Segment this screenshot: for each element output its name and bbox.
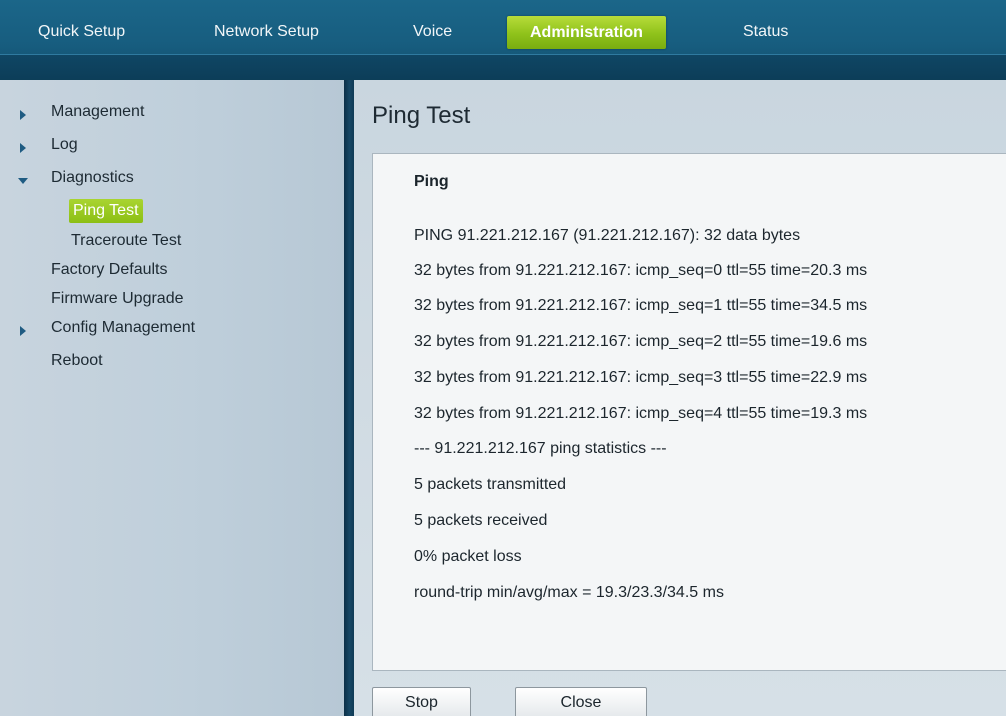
sidebar-item-traceroute-test[interactable]: Traceroute Test [71, 232, 181, 250]
ping-output-line: 0% packet loss [414, 548, 522, 565]
arrow-right-icon[interactable] [20, 326, 26, 336]
subnav-strip [0, 54, 1006, 81]
sidebar-divider [344, 80, 354, 716]
section-title: Ping [414, 173, 449, 190]
close-button[interactable]: Close [515, 687, 647, 716]
top-navigation: Quick Setup Network Setup Voice Administ… [0, 0, 1006, 81]
ping-output-line: round-trip min/avg/max = 19.3/23.3/34.5 … [414, 584, 724, 601]
page-title: Ping Test [372, 102, 471, 129]
sidebar-item-management[interactable]: Management [51, 103, 144, 121]
ping-output-line: --- 91.221.212.167 ping statistics --- [414, 440, 667, 457]
arrow-right-icon[interactable] [20, 110, 26, 120]
sidebar-item-config-management[interactable]: Config Management [51, 319, 195, 337]
sidebar-item-log[interactable]: Log [51, 136, 78, 154]
arrow-down-icon[interactable] [18, 178, 28, 184]
tab-voice[interactable]: Voice [413, 17, 452, 47]
sidebar-item-diagnostics[interactable]: Diagnostics [51, 169, 134, 187]
ping-output-line: 32 bytes from 91.221.212.167: icmp_seq=0… [414, 262, 868, 279]
tab-quick-setup[interactable]: Quick Setup [38, 17, 125, 47]
ping-output-line: 32 bytes from 91.221.212.167: icmp_seq=4… [414, 405, 868, 422]
tab-network-setup[interactable]: Network Setup [214, 17, 319, 47]
ping-output-line: 32 bytes from 91.221.212.167: icmp_seq=1… [414, 297, 868, 314]
ping-output-line: 32 bytes from 91.221.212.167: icmp_seq=2… [414, 333, 868, 350]
tab-status[interactable]: Status [743, 17, 788, 47]
sidebar-item-firmware-upgrade[interactable]: Firmware Upgrade [51, 290, 183, 308]
arrow-right-icon[interactable] [20, 143, 26, 153]
sidebar-item-factory-defaults[interactable]: Factory Defaults [51, 261, 167, 279]
ping-output-line: 5 packets received [414, 512, 548, 529]
sidebar-item-reboot[interactable]: Reboot [51, 352, 103, 370]
sidebar-item-ping-test[interactable]: Ping Test [69, 199, 143, 223]
ping-output-line: 5 packets transmitted [414, 476, 567, 493]
tab-administration[interactable]: Administration [507, 16, 666, 49]
ping-output-line: PING 91.221.212.167 (91.221.212.167): 32… [414, 227, 801, 244]
ping-output-line: 32 bytes from 91.221.212.167: icmp_seq=3… [414, 369, 868, 386]
stop-button[interactable]: Stop [372, 687, 471, 716]
